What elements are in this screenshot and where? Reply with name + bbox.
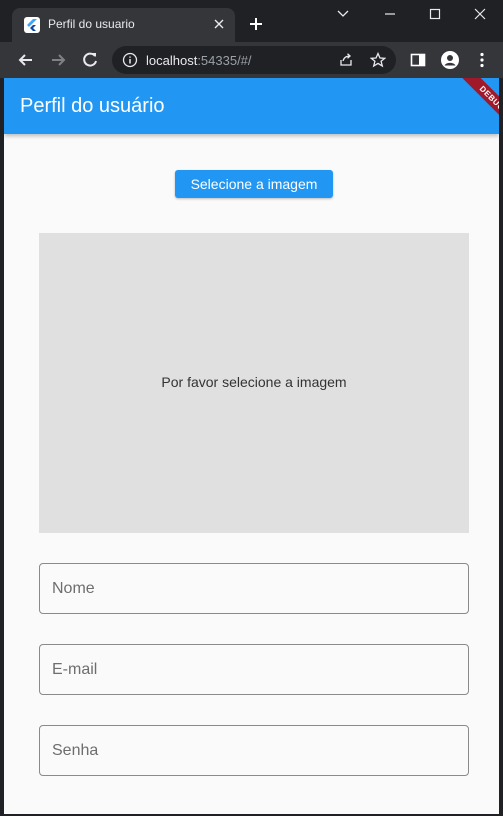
tab-search-chevron-icon[interactable]	[333, 6, 353, 22]
maximize-icon[interactable]	[425, 6, 445, 22]
name-field-label: Nome	[52, 580, 95, 597]
address-bar[interactable]: localhost:54335/#/	[112, 46, 396, 74]
new-tab-icon[interactable]	[248, 16, 264, 32]
url-text: localhost:54335/#/	[146, 53, 252, 68]
password-field[interactable]: Senha	[39, 725, 469, 776]
more-menu-icon[interactable]	[473, 51, 491, 69]
select-image-button[interactable]: Selecione a imagem	[175, 170, 333, 198]
bookmark-star-icon[interactable]	[369, 51, 387, 68]
app-viewport: Perfil do usuário DEBUG Selecione a imag…	[4, 78, 499, 814]
email-field[interactable]: E-mail	[39, 644, 469, 695]
reload-icon[interactable]	[80, 50, 100, 70]
image-placeholder-text: Por favor selecione a imagem	[161, 374, 347, 390]
profile-avatar-icon[interactable]	[441, 51, 459, 69]
forward-arrow-icon[interactable]	[48, 50, 68, 70]
email-field-label: E-mail	[52, 661, 98, 678]
site-info-icon[interactable]	[122, 52, 138, 68]
debug-banner-label: DEBUG	[455, 78, 499, 134]
minimize-icon[interactable]	[380, 6, 400, 22]
url-host: localhost	[146, 53, 198, 68]
back-arrow-icon[interactable]	[16, 50, 36, 70]
browser-toolbar: localhost:54335/#/	[0, 42, 503, 78]
flutter-favicon-icon	[24, 17, 40, 33]
browser-tab[interactable]: Perfil do usuario	[12, 8, 235, 42]
name-field[interactable]: Nome	[39, 563, 469, 614]
app-bar: Perfil do usuário DEBUG	[4, 78, 499, 134]
close-tab-icon[interactable]	[211, 16, 227, 32]
page-title: Perfil do usuário	[20, 95, 165, 117]
url-path: :54335/#/	[197, 53, 252, 68]
browser-tabstrip: Perfil do usuario	[0, 0, 503, 42]
share-icon[interactable]	[338, 52, 354, 68]
close-window-icon[interactable]	[470, 6, 490, 22]
tab-title: Perfil do usuario	[48, 17, 135, 31]
side-panel-icon[interactable]	[409, 51, 427, 69]
debug-banner: DEBUG	[429, 78, 499, 134]
image-preview: Por favor selecione a imagem	[39, 233, 469, 533]
password-field-label: Senha	[52, 742, 99, 759]
